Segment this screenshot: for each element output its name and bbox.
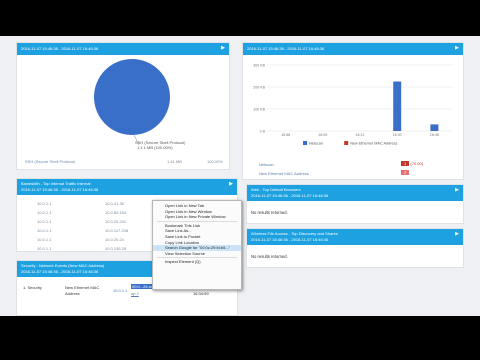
bar-chart-panel: 2016-11-07 15:46:36 - 2016-11-07 16:46:3…: [242, 42, 464, 180]
sec-row-event2: Address: [65, 291, 80, 296]
pie-legend-row: SSH (Secure Shell Protocol): [25, 159, 75, 164]
bw-row: 10.0.1.1: [37, 237, 52, 242]
bar-1630[interactable]: [393, 81, 402, 132]
mac-link[interactable]: New Ethernet MAC Address: [259, 171, 309, 176]
y-tick-label: 300 KB: [253, 64, 265, 68]
pie-chart: [94, 59, 170, 145]
sec-row-event: New Ethernet MAC: [65, 285, 100, 290]
wireless-panel: Wireless File Access - Top Discovery and…: [246, 228, 464, 268]
y-tick-label: 100 KB: [253, 108, 265, 112]
bw-row-dst[interactable]: 10.0.20.24: [105, 237, 124, 242]
bw-row-dst[interactable]: 10.0.20.241: [105, 219, 126, 224]
legend-swatch[interactable]: [344, 141, 349, 145]
pie-row-name[interactable]: SSH (Secure Shell Protocol): [25, 159, 75, 164]
x-tick-label: 15:58: [281, 133, 290, 137]
bw-row-dst[interactable]: 10.0.80.154: [105, 210, 126, 215]
bandwidth-panel-header: Bandwidth - Top Internal Traffic Interna…: [17, 179, 237, 195]
menu-search-google[interactable]: Search Google for "00:0c:29:f4:b5...": [153, 245, 241, 251]
legend-label[interactable]: Netscan: [309, 142, 323, 146]
mac-badge: 2: [401, 170, 410, 175]
pie-slice-value: 1.4 1 MB (100.00%): [137, 145, 173, 150]
bw-row: 10.0.1.1: [37, 201, 52, 206]
pie-row-size: 1.41 MB: [167, 159, 182, 164]
netscan-count: 1 (70.00): [401, 161, 423, 166]
mac-count: 2: [401, 170, 410, 175]
wireless-panel-subtitle: 2016-11-07 15:46:36 - 2016-11-07 16:46:3…: [251, 237, 329, 242]
legend-label[interactable]: New Ethernet MAC Address: [350, 142, 397, 146]
bandwidth-panel-title: Bandwidth - Top Internal Traffic Interna…: [21, 181, 91, 186]
top-no-results: No results returned.: [251, 210, 288, 215]
sec-idx: 1: [23, 285, 26, 290]
x-tick-label: 16:45: [430, 133, 439, 137]
x-tick-label: 16:30: [393, 133, 402, 137]
pie-slice-ssh[interactable]: [94, 59, 170, 135]
bw-row: 10.0.1.1: [37, 219, 52, 224]
video-frame: 2016-11-07 15:46:36 - 2016-11-07 16:46:3…: [0, 0, 480, 360]
sec-row-ip[interactable]: 10.0.1.1: [113, 288, 127, 293]
menu-separator: [157, 220, 237, 222]
wireless-panel-title: Wireless File Access - Top Discovery and…: [251, 231, 338, 236]
pie-row-percent: 100.00%: [207, 159, 223, 164]
menu-inspect-element[interactable]: Inspect Element (Q): [153, 259, 241, 265]
menu-view-selection-source[interactable]: View Selection Source: [153, 251, 241, 257]
top-panel-subtitle: 2016-11-07 15:46:36 - 2016-11-07 16:46:3…: [251, 193, 329, 198]
bar-1645[interactable]: [430, 124, 439, 131]
bw-row-dst[interactable]: 10.0.41.36: [105, 201, 124, 206]
menu-open-private-window[interactable]: Open Link in New Private Window: [153, 214, 241, 220]
x-tick-label: 16:05: [318, 133, 327, 137]
chart-row-mac: New Ethernet MAC Address: [259, 171, 309, 176]
bw-row-dst[interactable]: 10.0.135.28: [105, 246, 126, 251]
sec-type: Security: [27, 285, 42, 290]
wireless-panel-header: Wireless File Access - Top Discovery and…: [247, 229, 463, 245]
bw-row-dst[interactable]: 10.0.117.208: [105, 228, 128, 233]
x-tick-label: 16:21: [356, 133, 365, 137]
context-menu: Open Link in New Tab Open Link in New Wi…: [152, 200, 242, 290]
play-icon[interactable]: ▶: [455, 188, 459, 193]
play-icon[interactable]: ▶: [455, 232, 459, 237]
y-tick-label: 0 B: [260, 130, 266, 134]
wireless-no-results: No results returned.: [251, 254, 288, 259]
top-panel-title: Web - Top Default Browsers: [251, 187, 301, 192]
pie-panel-header: 2016-11-07 15:46:36 - 2016-11-07 16:46:3…: [17, 43, 229, 55]
pie-panel: 2016-11-07 15:46:36 - 2016-11-07 16:46:3…: [16, 42, 230, 170]
menu-separator: [157, 257, 237, 259]
play-icon[interactable]: ▶: [229, 182, 233, 187]
top-panel-header: Web - Top Default Browsers 2016-11-07 15…: [247, 185, 463, 201]
play-icon[interactable]: ▶: [455, 46, 459, 51]
sec-row-link[interactable]: 00:0...26 a4: [131, 284, 155, 289]
y-tick-label: 200 KB: [253, 86, 265, 90]
top-browsers-panel: Web - Top Default Browsers 2016-11-07 15…: [246, 184, 464, 224]
bw-row: 10.0.1.1: [37, 228, 52, 233]
chart-row-netscan: Netscan: [259, 162, 274, 167]
bar-chart: 300 KB 200 KB 100 KB 0 B 15:58 16:05 16:21 16:3…: [243, 55, 465, 153]
bandwidth-panel-subtitle: 2016-11-07 15:46:36 - 2016-11-07 16:46:3…: [21, 187, 99, 192]
legend-swatch[interactable]: [303, 141, 307, 145]
pie-panel-title: 2016-11-07 15:46:36 - 2016-11-07 16:46:3…: [21, 46, 99, 51]
sec-row-time2: 16:34:59: [193, 291, 209, 296]
sec-row-link2[interactable]: ap 2: [131, 291, 139, 296]
bw-row: 10.0.1.1: [37, 210, 52, 215]
netscan-badge: 1: [401, 161, 410, 166]
netscan-pct: (70.00): [410, 161, 424, 166]
bar-chart-svg: 300 KB 200 KB 100 KB 0 B 15:58 16:05 16:21 16:3…: [253, 64, 453, 146]
netscan-link[interactable]: Netscan: [259, 162, 274, 167]
dashboard-screen: 2016-11-07 15:46:36 - 2016-11-07 16:46:3…: [0, 36, 480, 316]
bar-panel-title: 2016-11-07 15:46:36 - 2016-11-07 16:46:3…: [247, 46, 325, 51]
bw-row: 10.0.1.1: [37, 246, 52, 251]
play-icon[interactable]: ▶: [221, 46, 225, 51]
sec-row-index: 1. Security: [23, 285, 42, 290]
bar-panel-header: 2016-11-07 15:46:36 - 2016-11-07 16:46:3…: [243, 43, 463, 55]
